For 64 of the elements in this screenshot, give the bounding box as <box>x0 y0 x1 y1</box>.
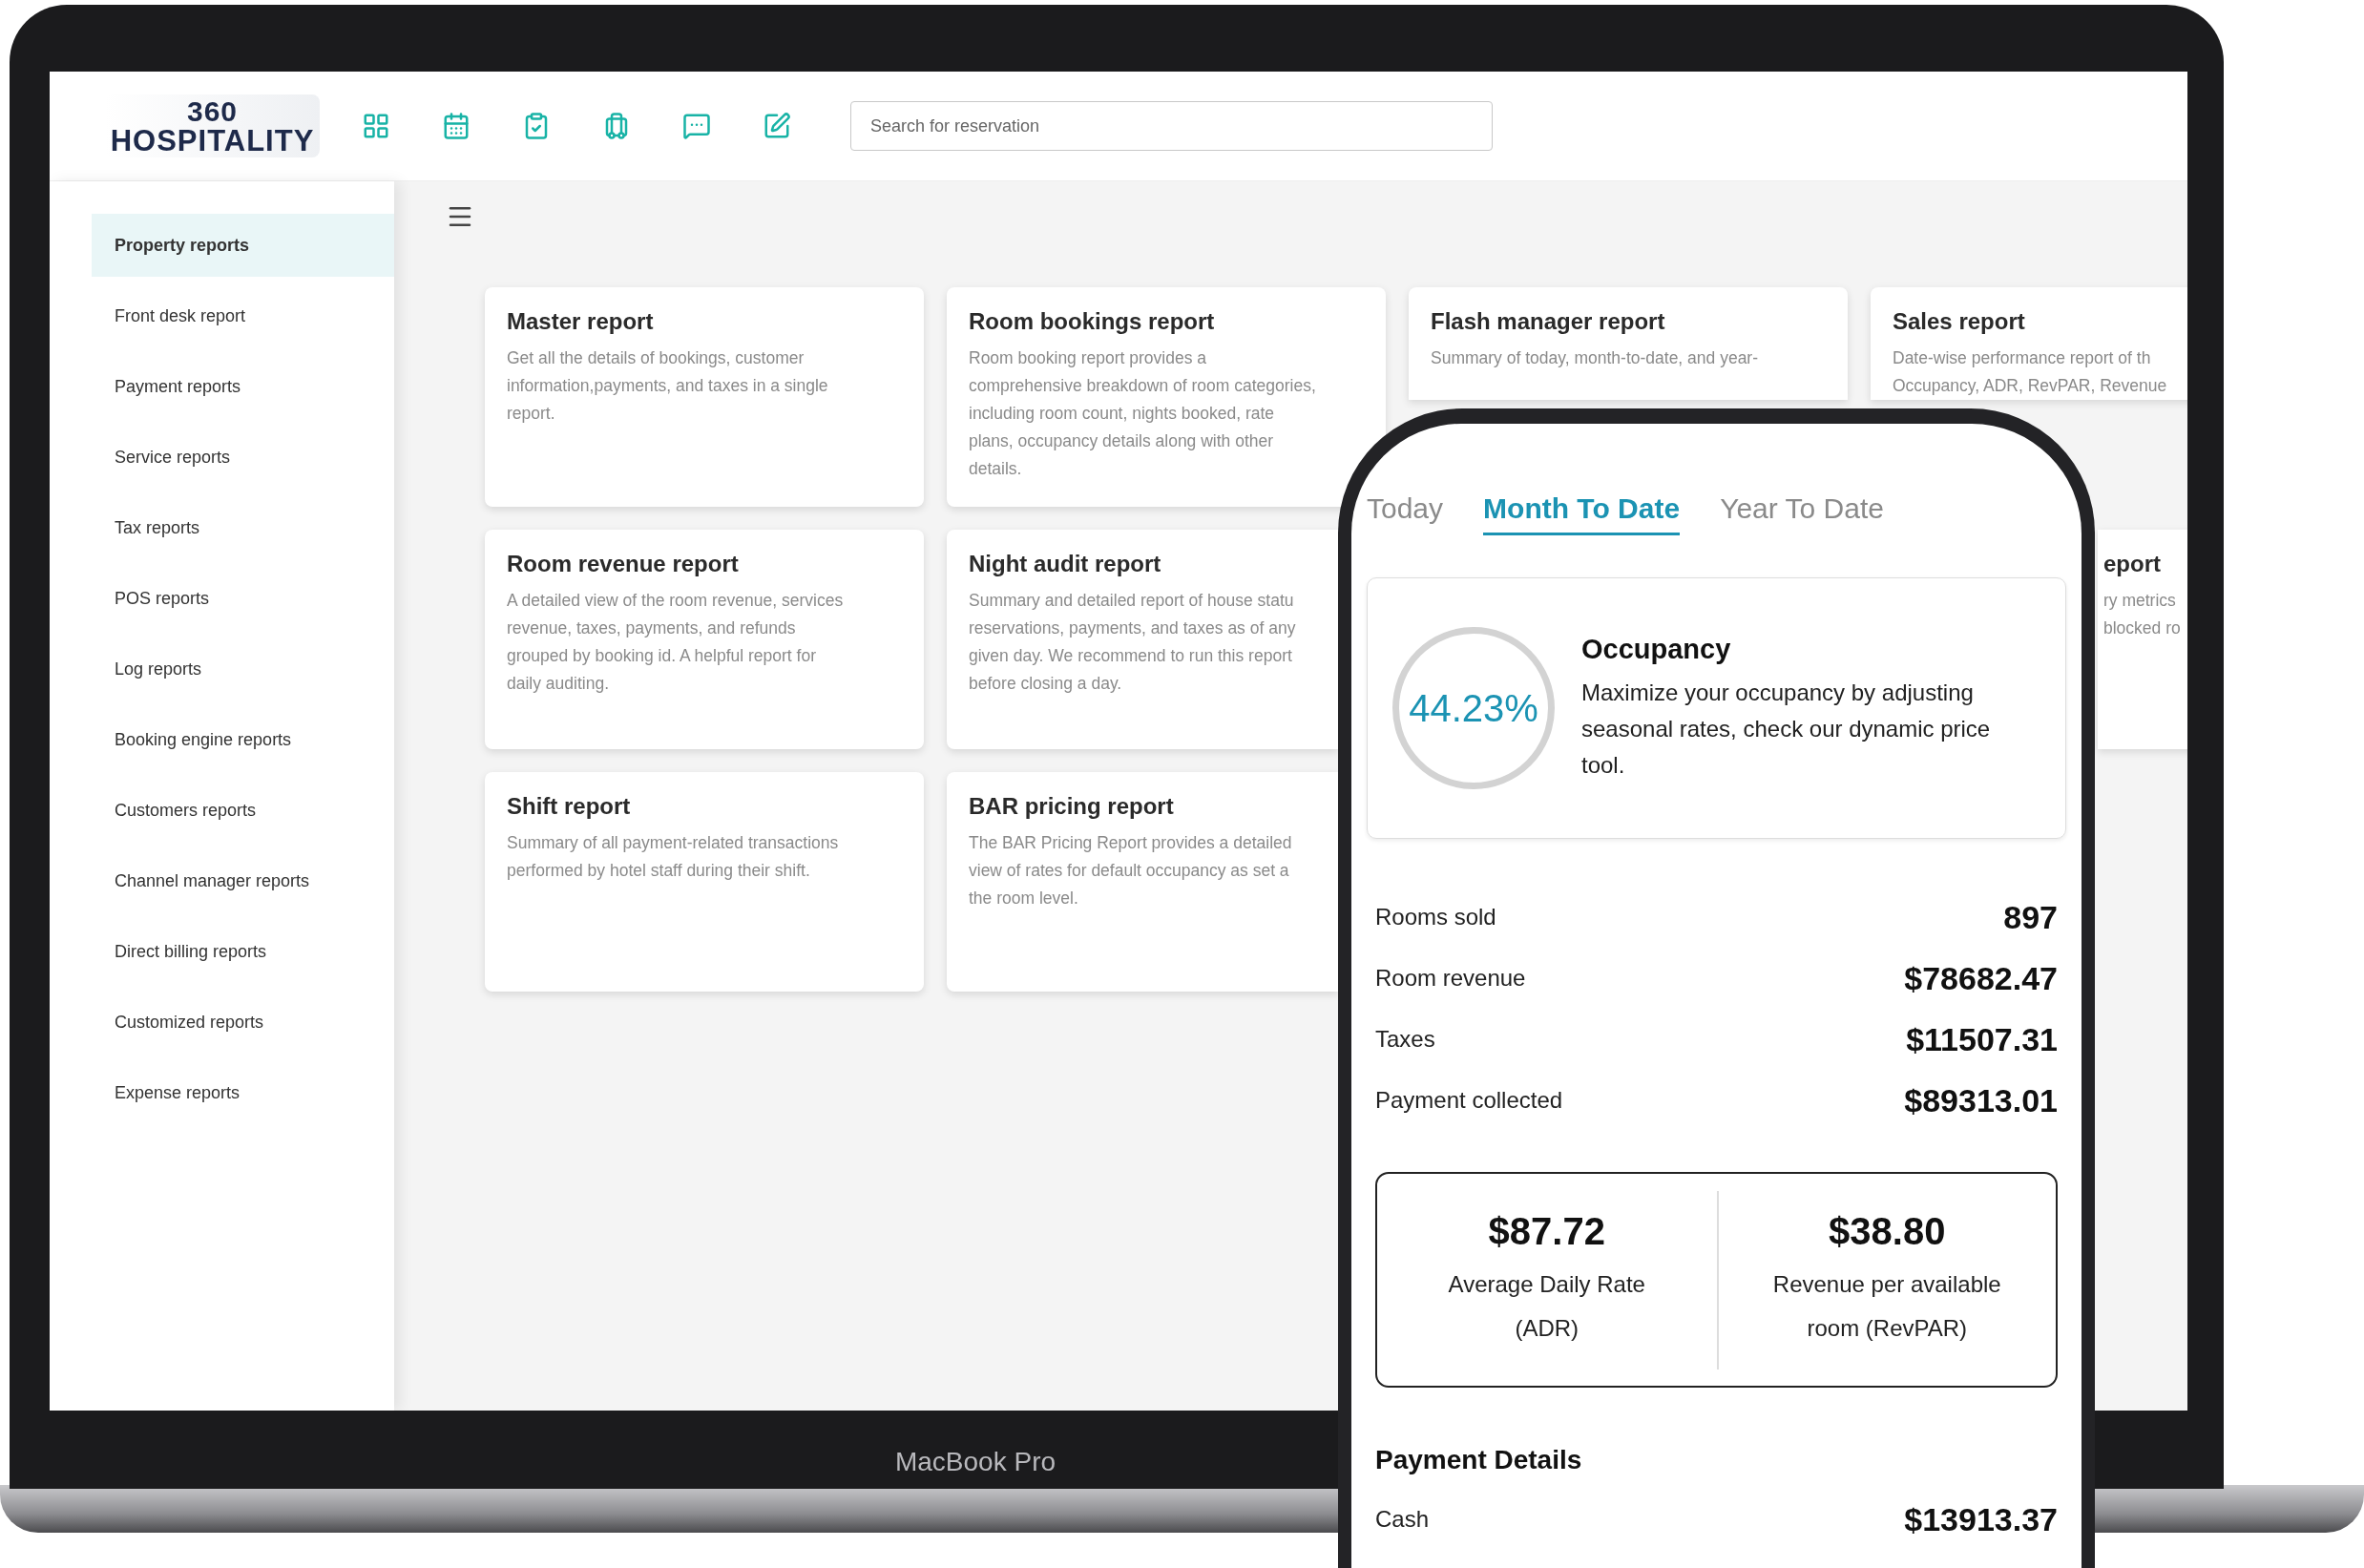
stat-value: 897 <box>2003 898 2058 936</box>
period-tab[interactable]: Month To Date <box>1483 492 1681 535</box>
card-description: Date-wise performance report of th Occupancy, ADR, RevPAR, Revenue <box>1893 347 2167 397</box>
stat-label: Taxes <box>1375 1026 1435 1053</box>
rate-value: $38.80 <box>1829 1209 1946 1253</box>
rate-value: $87.72 <box>1488 1209 1605 1253</box>
sidebar-item[interactable]: Booking engine reports <box>92 708 394 771</box>
stat-label: Room revenue <box>1375 965 1526 992</box>
card-title: Sales report <box>1893 308 2026 335</box>
search-field[interactable]: Search for reservation <box>850 101 1493 151</box>
card-description: Summary of today, month-to-date, and year- <box>1431 347 1759 369</box>
stat-value: $78682.47 <box>1904 959 2058 997</box>
card-title: Room revenue report <box>507 551 740 577</box>
section-title: Payment Details <box>1375 1445 1583 1475</box>
occupancy-title: Occupancy <box>1581 633 1732 665</box>
stat-label: Rooms sold <box>1375 904 1496 930</box>
sidebar-item[interactable]: Payment reports <box>92 355 394 418</box>
card-title: Flash manager report <box>1431 308 1666 335</box>
card-description: Get all the details of bookings, customer information,payments, and taxes in a single report. <box>507 347 828 425</box>
device-label: MacBook Pro <box>894 1447 1056 1477</box>
stat-value: $11507.31 <box>1906 1020 2058 1058</box>
report-card[interactable]: Night audit report Summary and detailed report of house statu reservations, payments, and taxes as of any given day. We recommend to run this report before closing a day. <box>947 530 1338 749</box>
occupancy-text: Maximize your occupancy by adjusting seasonal rates, check our dynamic price tool. <box>1581 678 1992 780</box>
sidebar-item[interactable]: POS reports <box>92 567 394 630</box>
report-card[interactable]: BAR pricing report The BAR Pricing Report provides a detailed view of rates for default occupancy as set a the room level. <box>947 772 1338 992</box>
card-title: Night audit report <box>969 551 1162 577</box>
card-title: BAR pricing report <box>969 793 1175 820</box>
card-title: Master report <box>507 308 655 335</box>
sidebar-item[interactable]: Expense reports <box>92 1061 394 1124</box>
report-card[interactable]: Room revenue report A detailed view of the room revenue, services revenue, taxes, payments, and refunds grouped by booking id. A helpful report for daily auditing. <box>485 530 924 749</box>
grid-icon[interactable] <box>362 112 390 140</box>
stat-value: $89313.01 <box>1904 1081 2058 1119</box>
sidebar-item[interactable]: Customized reports <box>92 991 394 1054</box>
sidebar-item[interactable]: Service reports <box>92 426 394 489</box>
report-card[interactable]: Flash manager report Summary of today, month-to-date, and year- <box>1409 287 1848 400</box>
card-title: eport <box>2103 551 2162 577</box>
sidebar-item[interactable]: Channel manager reports <box>92 849 394 912</box>
card-description: Room booking report provides a comprehensive breakdown of room categories, including room count, nights booked, rate plans, occupancy details along with other details. <box>969 347 1316 480</box>
rate-label: Revenue per available room (RevPAR) <box>1772 1269 2001 1343</box>
card-description: ry metrics blocked ro <box>2103 590 2181 639</box>
card-description: Summary of all payment-related transactions performed by hotel staff during their shift. <box>507 832 839 882</box>
edit-icon[interactable] <box>763 112 791 140</box>
sidebar-item[interactable]: Property reports <box>92 214 394 277</box>
sidebar-item[interactable]: Log reports <box>92 638 394 700</box>
sidebar-item[interactable]: Tax reports <box>92 496 394 559</box>
occupancy-ring: 44.23% <box>1392 627 1555 789</box>
sidebar-item[interactable]: Front desk report <box>92 284 394 347</box>
report-card[interactable]: Shift report Summary of all payment-related transactions performed by hotel staff during their shift. <box>485 772 924 992</box>
calendar-icon[interactable] <box>442 112 471 140</box>
card-description: A detailed view of the room revenue, services revenue, taxes, payments, and refunds grouped by booking id. A helpful report for daily auditing. <box>507 590 844 695</box>
card-title: Room bookings report <box>969 308 1216 335</box>
report-card[interactable]: Master report Get all the details of bookings, customer information,payments, and taxes in a single report. <box>485 287 924 507</box>
sidebar-item[interactable]: Customers reports <box>92 779 394 842</box>
stat-label: Payment collected <box>1375 1087 1563 1114</box>
report-card[interactable]: eport ry metrics blocked ro <box>2098 530 2187 749</box>
card-title: Shift report <box>507 793 632 820</box>
card-description: The BAR Pricing Report provides a detailed view of rates for default occupancy as set a the room level. <box>969 832 1292 909</box>
chat-icon[interactable] <box>682 112 711 140</box>
rate-label: Average Daily Rate (ADR) <box>1448 1269 1645 1343</box>
payment-value: $13913.37 <box>1904 1500 2058 1538</box>
sidebar-item[interactable]: Direct billing reports <box>92 920 394 983</box>
report-card[interactable]: Sales report Date-wise performance report of th Occupancy, ADR, RevPAR, Revenue <box>1871 287 2187 400</box>
card-description: Summary and detailed report of house statu reservations, payments, and taxes as of any given day. We recommend to run this report before closing a day. <box>969 590 1296 695</box>
payment-label: Cash <box>1375 1506 1430 1533</box>
